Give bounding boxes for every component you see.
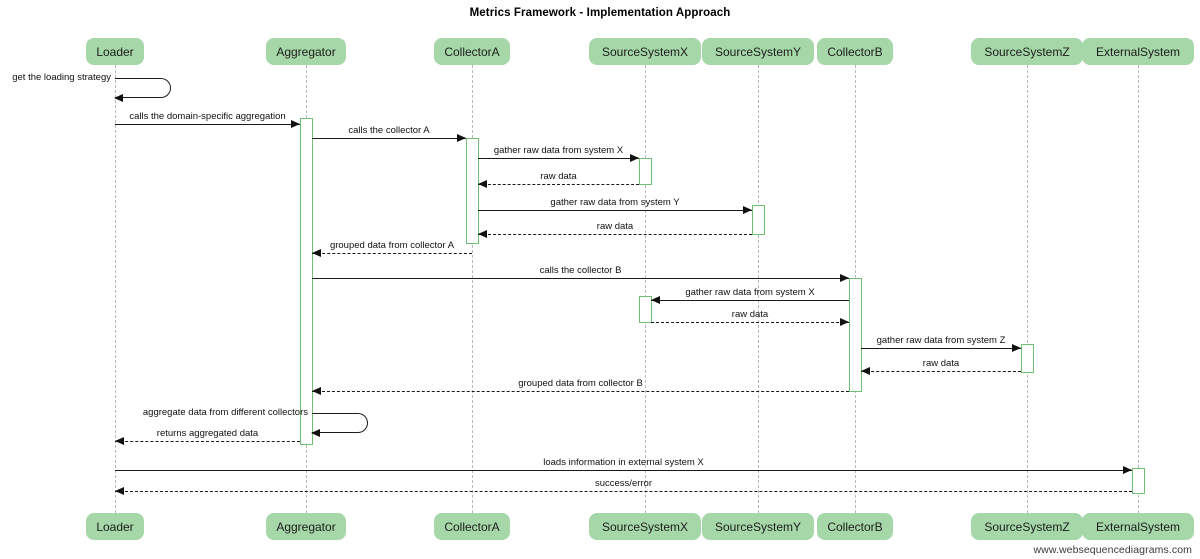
message-2-line [312,138,466,139]
message-8-line [312,278,849,279]
message-6-line [478,234,752,235]
message-16-label: loads information in external system X [543,457,704,468]
message-1-label: calls the domain-specific aggregation [129,111,286,122]
message-15-label: returns aggregated data [156,428,259,439]
message-4-label: raw data [540,171,577,182]
message-8-label: calls the collector B [539,265,622,276]
watermark-label: www.websequencediagrams.com [1033,544,1192,556]
message-10-line [651,322,849,323]
participant-footer-sourcesystemy[interactable]: SourceSystemY [702,513,814,540]
activation-bar-sourcesystemz [1021,344,1034,373]
participant-footer-sourcesystemx[interactable]: SourceSystemX [589,513,701,540]
sequence-diagram-canvas: Metrics Framework - Implementation Appro… [0,0,1200,559]
participant-header-sourcesystemz[interactable]: SourceSystemZ [971,38,1083,65]
message-10-label: raw data [731,309,769,320]
participant-header-sourcesystemy[interactable]: SourceSystemY [702,38,814,65]
message-0-label: get the loading strategy [12,72,111,83]
message-0-arrowhead [114,93,123,102]
message-12-label: raw data [922,358,960,369]
message-9-label: gather raw data from system X [685,287,815,298]
message-3-line [478,158,639,159]
message-3-label: gather raw data from system X [493,145,624,156]
message-6-label: raw data [596,221,634,232]
participant-footer-collectora[interactable]: CollectorA [434,513,510,540]
participant-header-loader[interactable]: Loader [86,38,144,65]
activation-bar-aggregator [300,118,313,445]
message-16-line [115,470,1132,471]
diagram-title: Metrics Framework - Implementation Appro… [469,7,731,19]
lifeline-externalsystem [1138,65,1139,513]
message-12-line [861,371,1021,372]
activation-bar-externalsystem [1132,468,1145,494]
participant-footer-collectorb[interactable]: CollectorB [817,513,893,540]
activation-bar-sourcesystemx [639,158,652,185]
participant-footer-aggregator[interactable]: Aggregator [266,513,346,540]
message-5-label: gather raw data from system Y [550,197,680,208]
message-17-line [115,491,1132,492]
message-0-self-loop [115,78,171,98]
participant-header-collectora[interactable]: CollectorA [434,38,510,65]
message-2-label: calls the collector A [348,125,430,136]
message-14-self-loop [312,413,368,433]
message-11-label: gather raw data from system Z [876,335,1006,346]
message-5-line [478,210,752,211]
participant-header-sourcesystemx[interactable]: SourceSystemX [589,38,701,65]
message-4-line [478,184,639,185]
lifeline-sourcesystemx [645,65,646,513]
message-15-line [115,441,300,442]
participant-footer-sourcesystemz[interactable]: SourceSystemZ [971,513,1083,540]
message-14-label: aggregate data from different collectors [142,407,308,418]
message-9-line [651,300,849,301]
message-1-line [115,124,300,125]
participant-footer-loader[interactable]: Loader [86,513,144,540]
participant-footer-externalsystem[interactable]: ExternalSystem [1082,513,1194,540]
message-11-line [861,348,1021,349]
message-7-label: grouped data from collector A [329,240,455,251]
activation-bar-sourcesystemy [752,205,765,235]
lifeline-sourcesystemz [1027,65,1028,513]
participant-header-aggregator[interactable]: Aggregator [266,38,346,65]
lifeline-collectora [472,65,473,513]
message-7-line [312,253,472,254]
message-13-line [312,391,849,392]
participant-header-externalsystem[interactable]: ExternalSystem [1082,38,1194,65]
message-17-label: success/error [594,478,652,489]
lifeline-loader [115,65,116,513]
message-14-arrowhead [311,428,320,437]
participant-header-collectorb[interactable]: CollectorB [817,38,893,65]
message-13-label: grouped data from collector B [518,378,643,389]
